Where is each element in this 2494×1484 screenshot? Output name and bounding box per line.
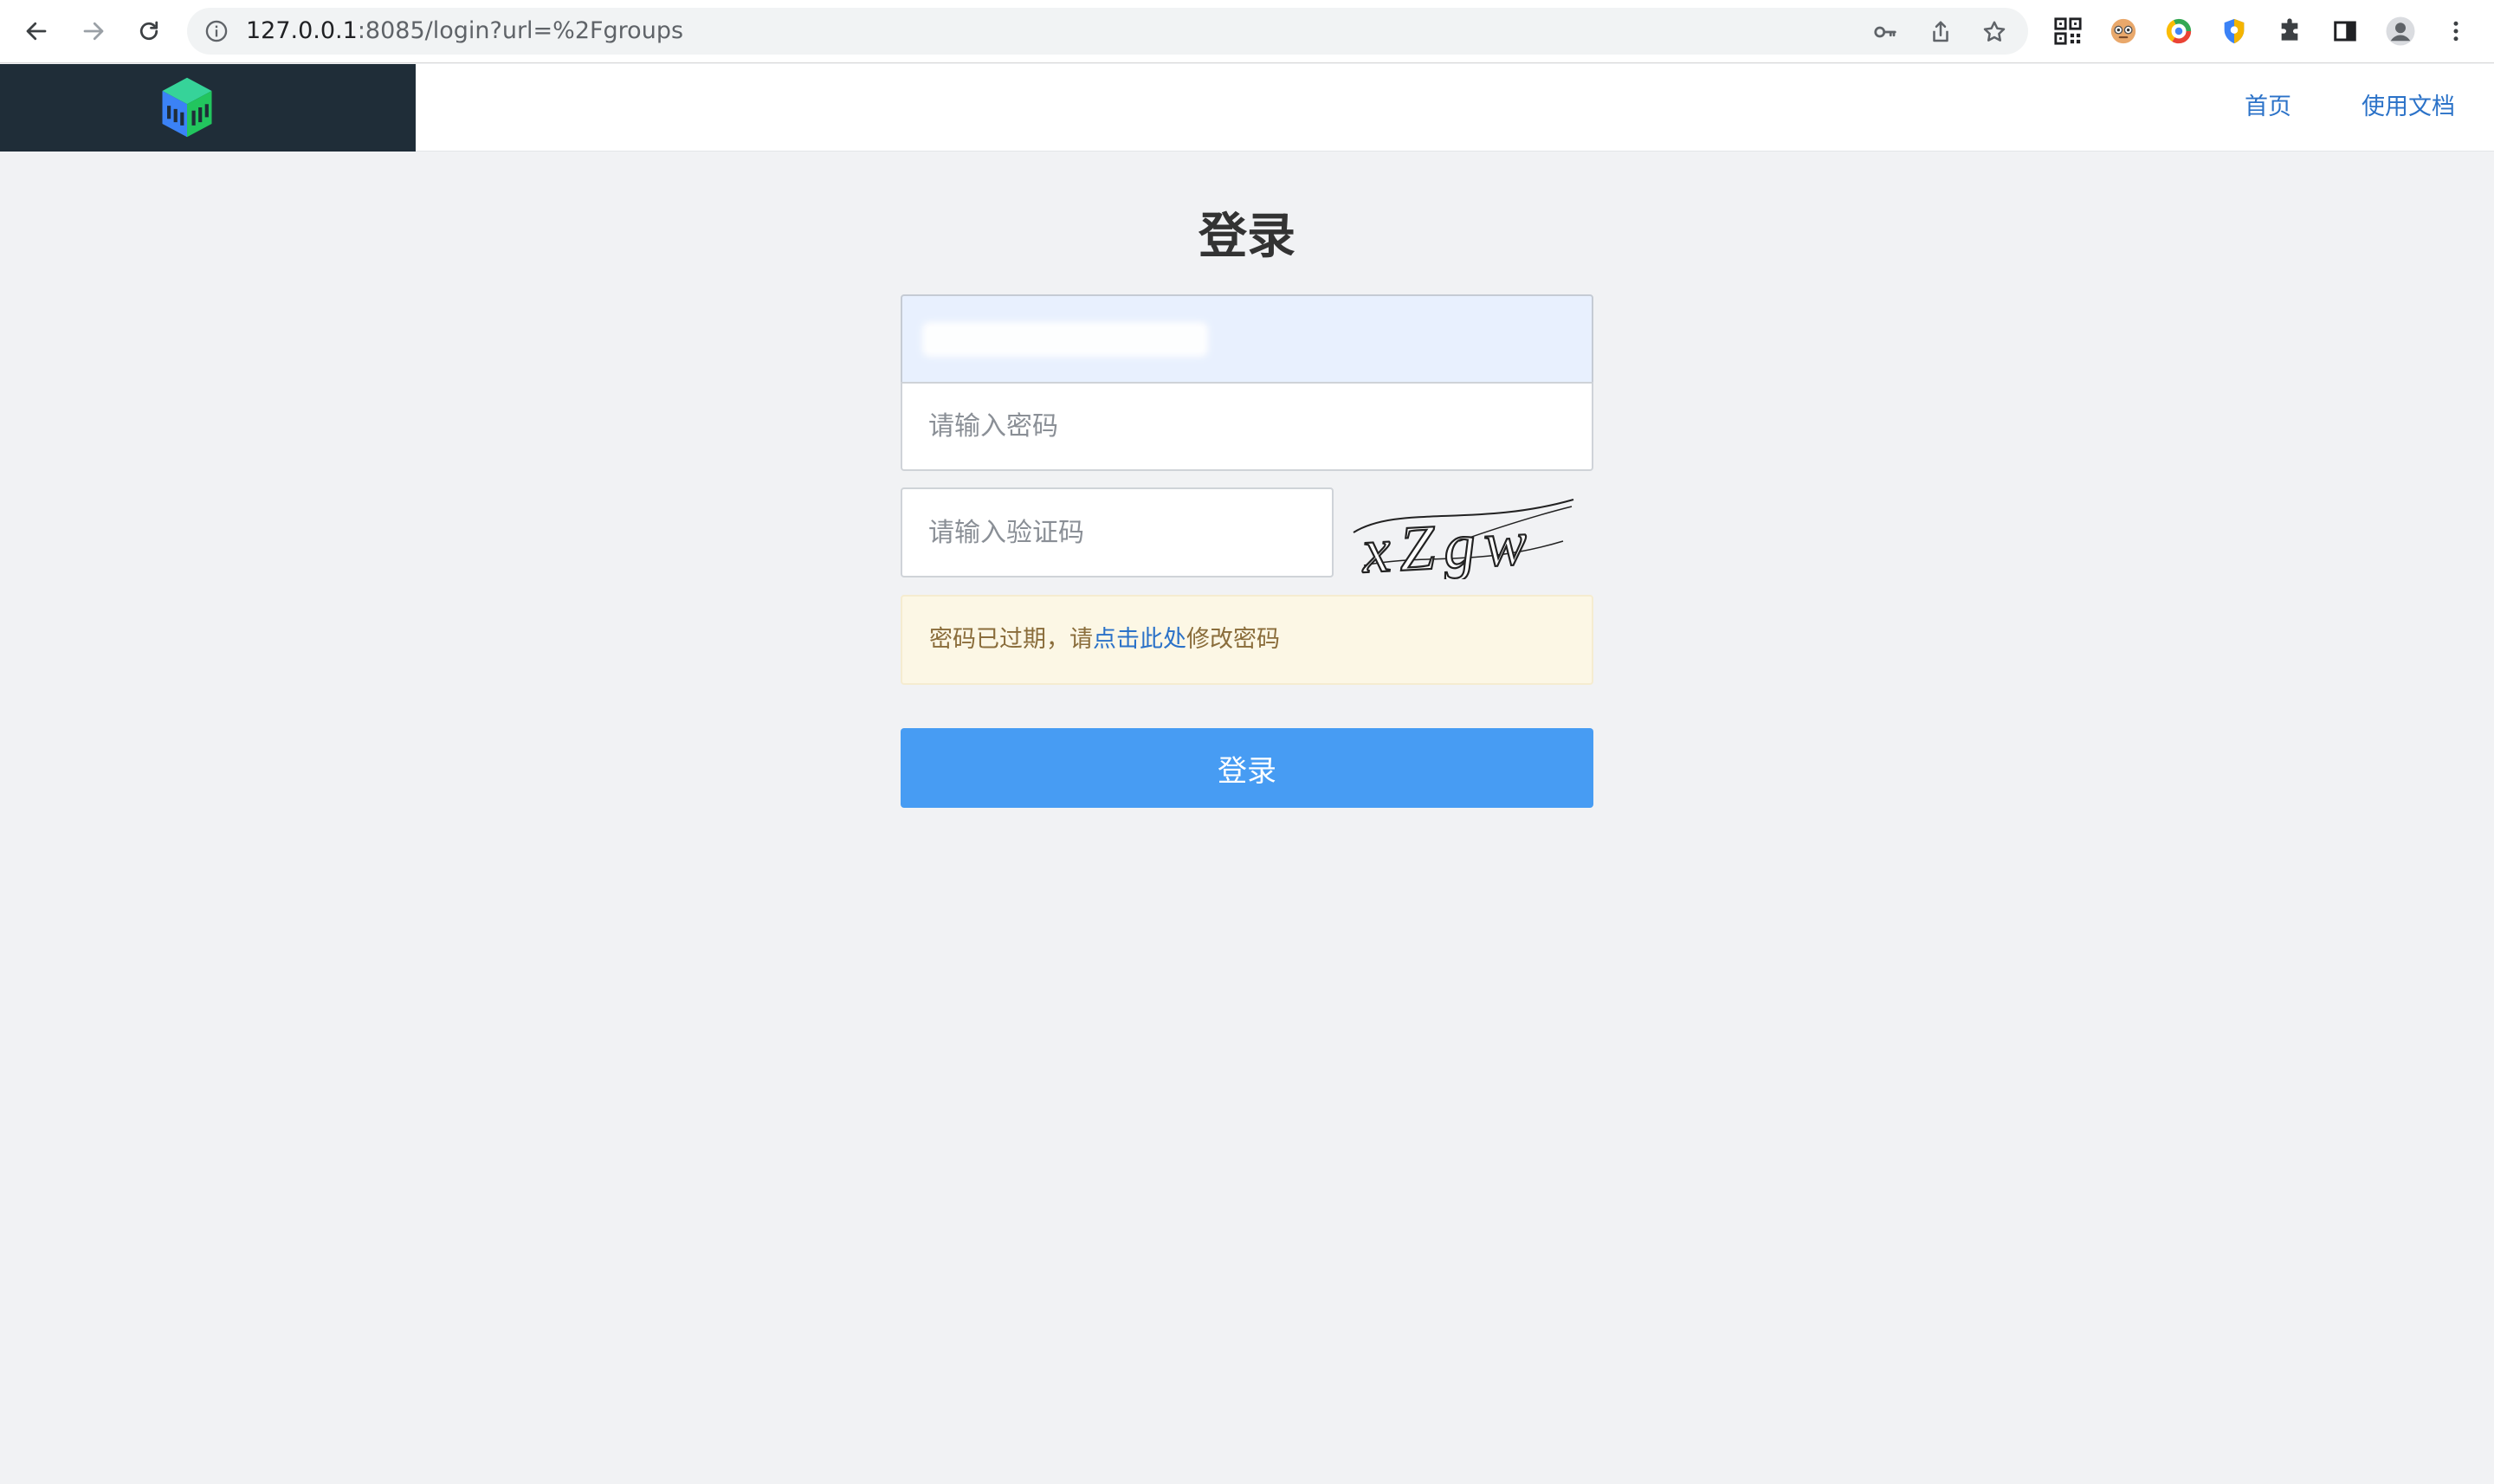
login-title: 登录 — [1199, 209, 1295, 265]
password-field[interactable] — [901, 382, 1593, 471]
profile-icon[interactable] — [2385, 16, 2416, 47]
password-expired-alert: 密码已过期，请点击此处修改密码 — [901, 595, 1593, 685]
address-bar[interactable]: 127.0.0.1:8085/login?url=%2Fgroups — [187, 8, 2028, 55]
login-button[interactable]: 登录 — [901, 728, 1593, 808]
star-icon[interactable] — [1981, 19, 2007, 45]
brand-area — [0, 64, 416, 152]
captcha-field[interactable] — [901, 487, 1334, 577]
url-text: 127.0.0.1:8085/login?url=%2Fgroups — [246, 8, 683, 55]
site-header: 首页 使用文档 — [0, 64, 2494, 152]
nav-link-docs[interactable]: 使用文档 — [2362, 64, 2455, 151]
nav-link-home[interactable]: 首页 — [2245, 64, 2291, 151]
key-icon[interactable] — [1872, 19, 1898, 45]
side-panel-icon[interactable] — [2329, 16, 2361, 47]
browser-toolbar: 127.0.0.1:8085/login?url=%2Fgroups — [0, 0, 2494, 63]
qr-code-icon[interactable] — [2052, 16, 2084, 47]
back-icon[interactable] — [19, 14, 54, 48]
extension-shield-icon[interactable] — [2219, 16, 2250, 47]
url-path: :8085/login?url=%2Fgroups — [357, 17, 684, 44]
redacted-username — [922, 322, 1208, 357]
alert-text-suffix: 修改密码 — [1186, 626, 1280, 653]
extension-ring-icon[interactable] — [2163, 16, 2194, 47]
puzzle-icon[interactable] — [2274, 16, 2305, 47]
reload-icon[interactable] — [132, 14, 166, 48]
more-menu-icon[interactable] — [2440, 16, 2471, 47]
url-host: 127.0.0.1 — [246, 17, 358, 44]
forward-icon[interactable] — [76, 14, 111, 48]
share-icon[interactable] — [1928, 19, 1954, 45]
extension-face-icon[interactable] — [2108, 16, 2139, 47]
alert-text-prefix: 密码已过期，请 — [929, 626, 1093, 653]
captcha-image[interactable]: xZgw — [1347, 489, 1580, 579]
change-password-link[interactable]: 点击此处 — [1093, 626, 1186, 653]
logo-icon[interactable] — [154, 74, 220, 140]
captcha-text: xZgw — [1360, 507, 1537, 579]
info-icon[interactable] — [204, 19, 229, 43]
